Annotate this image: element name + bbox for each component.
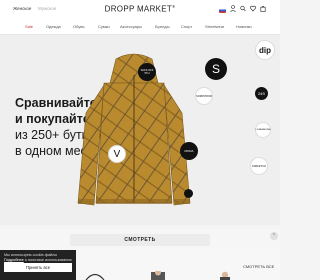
nav-item-bags[interactable]: Сумки xyxy=(98,24,110,29)
nav-item-sale[interactable]: Sale xyxy=(25,24,33,29)
brand-logo-moda[interactable]: MODA xyxy=(180,142,198,160)
nav-item-accessories[interactable]: Аксессуары xyxy=(120,24,142,29)
product-card-image[interactable] xyxy=(143,271,173,280)
product-row xyxy=(60,271,280,280)
nav-item-new[interactable]: Новинки xyxy=(236,24,252,29)
brand-logo-dip[interactable]: dip xyxy=(255,40,275,60)
brand-logo-saks[interactable]: SAKS OFF 5TH xyxy=(138,63,156,81)
nav-item-shoes[interactable]: Обувь xyxy=(73,24,85,29)
header-icons xyxy=(219,5,266,15)
top-bar: Женское Мужское DROPP MARKET® xyxy=(0,0,280,20)
bag-icon[interactable] xyxy=(260,5,266,15)
hero-cta-button[interactable]: СМОТРЕТЬ xyxy=(70,234,210,246)
scroll-up-icon[interactable]: ⌃ xyxy=(270,232,278,240)
category-nav: Sale Одежда Обувь Сумки Аксессуары Бренд… xyxy=(0,20,280,35)
cookie-banner: Мы используем cookie-файлы Подробнее о п… xyxy=(0,250,76,280)
nav-item-brands[interactable]: Бренды xyxy=(155,24,170,29)
brand-logo-nordstrom[interactable]: NORDSTROM xyxy=(195,87,213,105)
brand-logo-v[interactable]: V xyxy=(108,145,126,163)
product-card-image[interactable] xyxy=(80,271,110,280)
user-icon[interactable] xyxy=(230,5,236,15)
nav-item-clothing[interactable]: Одежда xyxy=(46,24,61,29)
brand-logo-luisaviaroma[interactable]: LUISAVIAROMA xyxy=(255,122,271,138)
heart-icon[interactable] xyxy=(250,5,256,15)
cookie-text: Мы используем cookie-файлы Подробнее о п… xyxy=(4,253,72,262)
accept-cookies-button[interactable]: Принять все xyxy=(4,263,72,272)
brand-logo-matches[interactable]: matches xyxy=(184,189,193,198)
brand-logo-24s[interactable]: 24S xyxy=(255,87,268,100)
flag-icon[interactable] xyxy=(219,8,226,13)
see-all-link[interactable]: СМОТРЕТЬ ВСЕ xyxy=(243,264,274,269)
hero-banner[interactable]: Сравнивайте и покупайте бренды из 250+ б… xyxy=(0,35,280,225)
brand-logo-farfetch[interactable]: FARFETCH xyxy=(250,157,268,175)
hero-jacket-image xyxy=(77,53,191,206)
search-icon[interactable] xyxy=(240,5,246,15)
nav-item-streetwear[interactable]: Streetwear xyxy=(205,24,224,29)
nav-item-sport[interactable]: Спорт xyxy=(181,24,192,29)
cookie-policy-link[interactable]: Подробнее xyxy=(4,258,24,262)
product-card-image[interactable] xyxy=(210,271,240,280)
brand-logo-s[interactable]: S xyxy=(205,58,227,80)
